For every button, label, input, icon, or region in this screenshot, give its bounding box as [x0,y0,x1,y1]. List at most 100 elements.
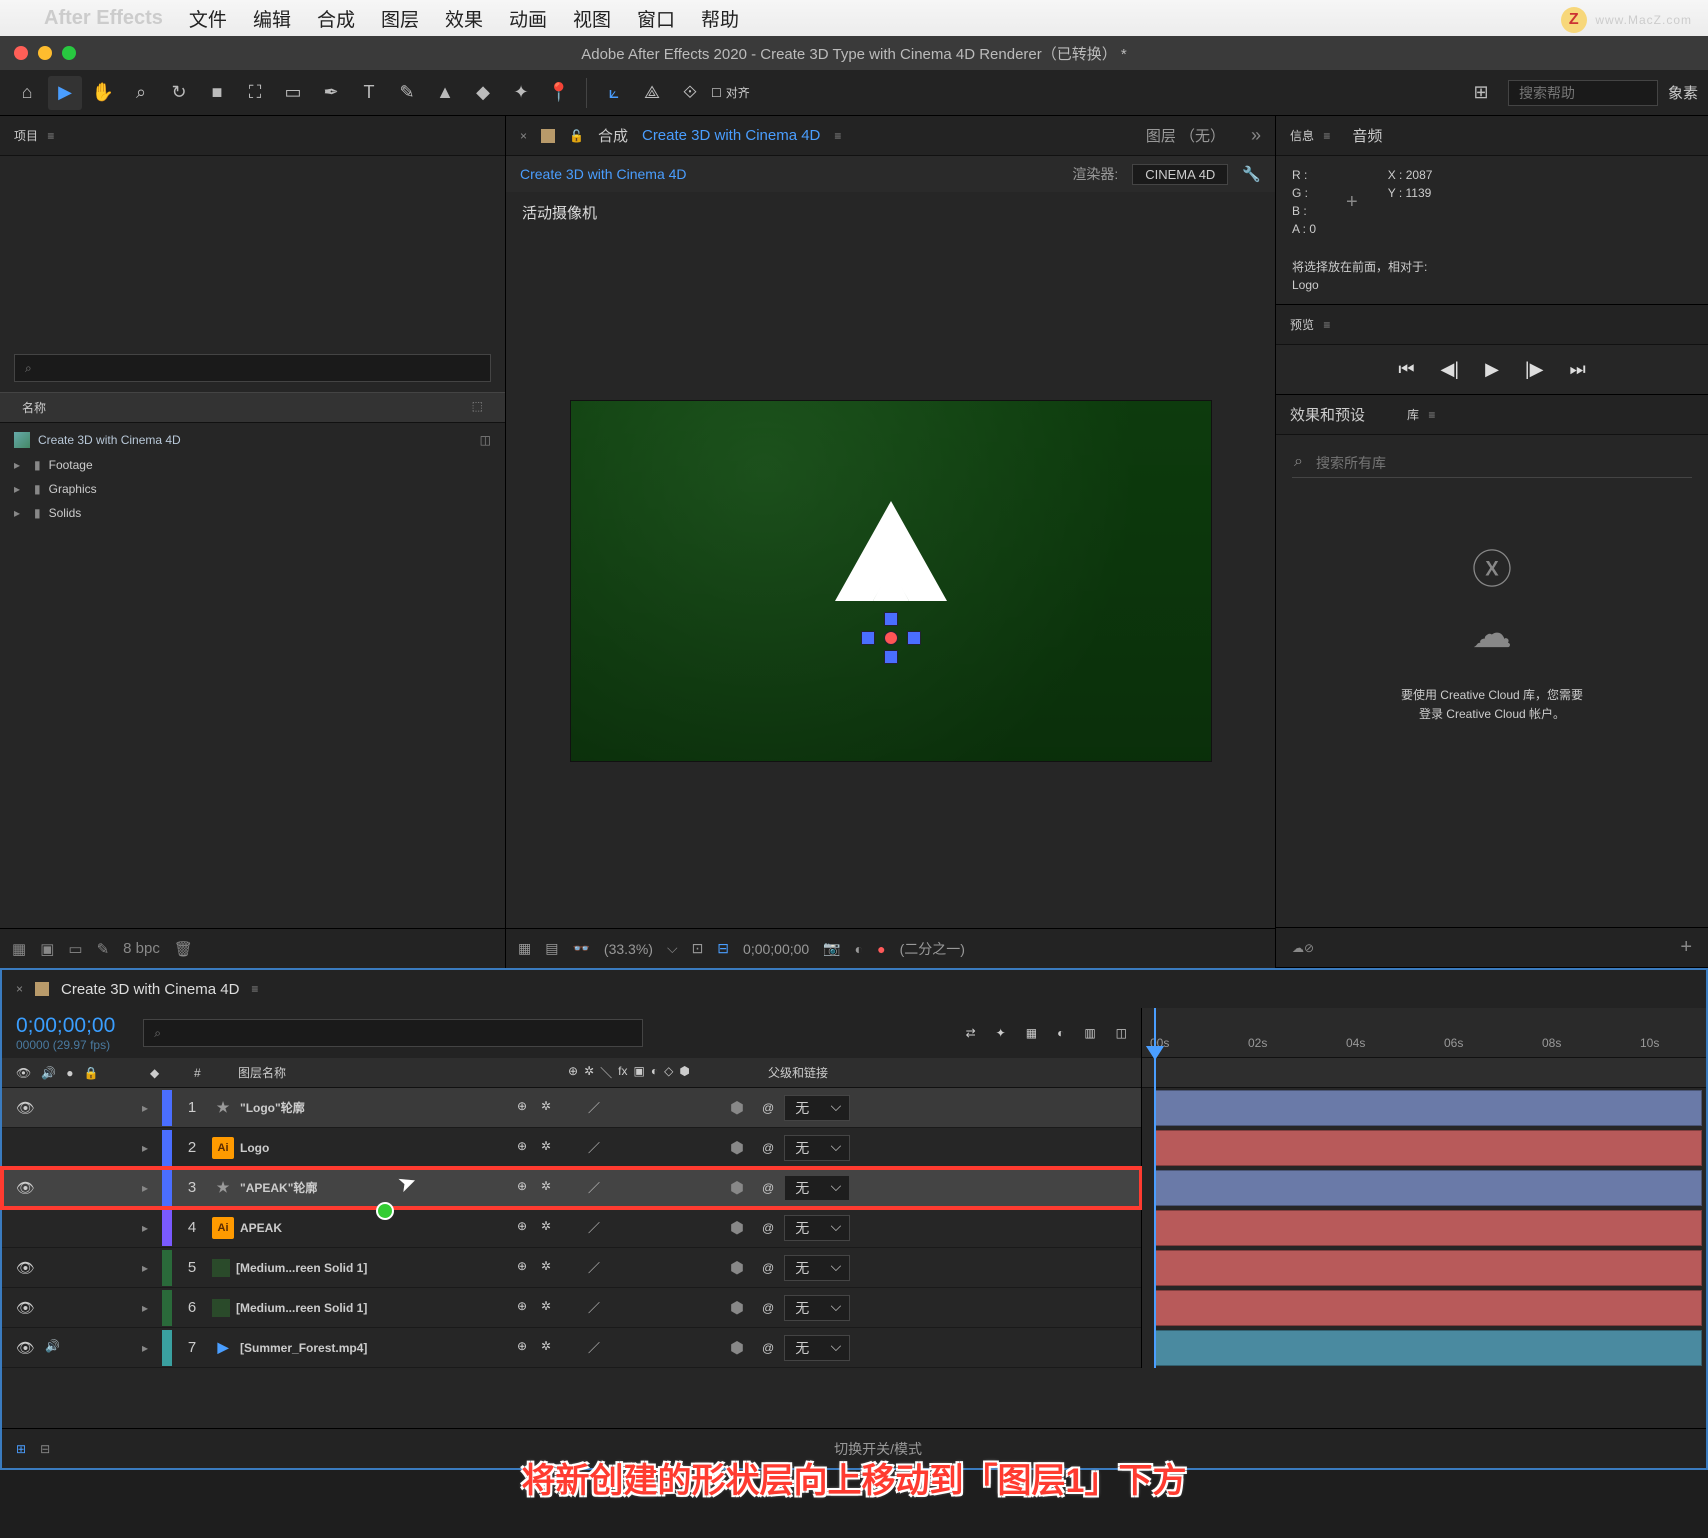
preview-tab[interactable]: 预览 ≡ [1290,316,1330,333]
visibility-toggle-icon[interactable]: 👁 [16,1099,35,1117]
timeline-layer-row[interactable]: 👁▸1★"Logo"轮廓⊕✲／⬢@无 [2,1088,1141,1128]
new-comp-icon[interactable]: ▣ [40,940,54,958]
menu-view[interactable]: 视图 [573,5,611,32]
parent-dropdown[interactable]: 无 [784,1215,850,1241]
project-item-folder[interactable]: ▸▮Footage [0,453,505,477]
timeline-layer-row[interactable]: 👁▸6[Medium...reen Solid 1]⊕✲／⬢@无 [2,1288,1141,1328]
graph-editor-icon[interactable]: ▥ [1084,1026,1095,1040]
brainstorm-icon[interactable]: ◫ [1116,1026,1127,1040]
comp-mini-flow-icon[interactable]: ⇄ [966,1026,976,1040]
minimize-window-button[interactable] [38,46,52,60]
selection-tool-icon[interactable]: ▶ [48,76,82,110]
layer-duration-bar[interactable] [1154,1090,1702,1126]
play-icon[interactable]: ▶ [1485,359,1499,380]
rulers-icon[interactable]: ⊟ [717,940,729,957]
3d-layer-toggle-icon[interactable]: ⬢ [712,1258,762,1278]
zoom-dropdown[interactable]: (33.3%) [604,941,653,957]
sync-icon[interactable]: ☁⊘ [1292,941,1314,955]
visibility-toggle-icon[interactable]: 👁 [16,1339,35,1357]
twirl-icon[interactable]: ▸ [142,1101,162,1115]
draft-3d-icon[interactable]: ✦ [996,1026,1006,1040]
next-frame-icon[interactable]: |▶ [1525,359,1544,380]
layer-name[interactable]: ▶[Summer_Forest.mp4] [212,1337,512,1359]
parent-dropdown[interactable]: 无 [784,1095,850,1121]
3d-layer-toggle-icon[interactable]: ⬢ [712,1218,762,1238]
timeline-layer-row[interactable]: 👁▸5[Medium...reen Solid 1]⊕✲／⬢@无 [2,1248,1141,1288]
pickwhip-icon[interactable]: @ [762,1341,774,1355]
layer-switches[interactable]: ⊕✲／ [512,1339,712,1356]
close-timeline-tab-icon[interactable]: × [16,982,23,996]
layer-none-tab[interactable]: 图层 （无） [1146,125,1225,146]
renderer-dropdown[interactable]: CINEMA 4D [1132,164,1228,185]
twirl-icon[interactable]: ▸ [142,1221,162,1235]
current-time[interactable]: 0;00;00;00 [743,941,809,957]
frame-blend-icon[interactable]: ▦ [1026,1026,1037,1040]
resolution-dropdown[interactable]: (二分之一) [900,939,965,959]
project-item-folder[interactable]: ▸▮Solids [0,501,505,525]
menu-window[interactable]: 窗口 [637,5,675,32]
app-name[interactable]: After Effects [44,7,163,30]
pickwhip-icon[interactable]: @ [762,1141,774,1155]
comp-breadcrumb[interactable]: Create 3D with Cinema 4D [520,166,687,182]
layer-label-color[interactable] [162,1210,172,1246]
close-tab-icon[interactable]: × [520,129,527,143]
library-search-input[interactable] [1292,449,1692,478]
timeline-layer-row[interactable]: 👁▸3★"APEAK"轮廓⊕✲／⬢@无 [2,1168,1141,1208]
lock-col-icon[interactable]: 🔒 [83,1066,98,1080]
layer-name-col-header[interactable]: 图层名称 [230,1064,560,1081]
3d-layer-toggle-icon[interactable]: ⬢ [712,1298,762,1318]
layer-name[interactable]: AiLogo [212,1137,512,1159]
layer-label-color[interactable] [162,1290,172,1326]
add-icon[interactable]: + [1680,936,1692,959]
pan-behind-tool-icon[interactable]: ⛶ [238,76,272,110]
layer-label-color[interactable] [162,1330,172,1366]
camera-tool-icon[interactable]: ■ [200,76,234,110]
first-frame-icon[interactable]: ⏮ [1398,359,1414,380]
workspace-icon[interactable]: ⊞ [1464,76,1498,110]
timeline-layer-row[interactable]: ▸4AiAPEAK⊕✲／⬢@无 [2,1208,1141,1248]
library-tab[interactable]: 库 ≡ [1407,406,1435,423]
snapshot-icon[interactable]: 📷 [823,940,840,957]
effects-presets-tab[interactable]: 效果和预设 [1290,404,1365,425]
twirl-icon[interactable]: ▸ [142,1301,162,1315]
layer-label-color[interactable] [162,1250,172,1286]
orbit-tool-icon[interactable]: ↻ [162,76,196,110]
layer-name[interactable]: [Medium...reen Solid 1] [212,1299,512,1317]
transparency-grid-icon[interactable]: ▤ [545,940,558,957]
project-search-input[interactable] [14,354,491,382]
close-window-button[interactable] [14,46,28,60]
parent-dropdown[interactable]: 无 [784,1255,850,1281]
visibility-toggle-icon[interactable]: 👁 [16,1179,35,1197]
audio-tab[interactable]: 音频 [1352,125,1382,146]
search-help-input[interactable] [1508,80,1658,106]
project-column-header[interactable]: 名称⬚ [0,392,505,423]
twirl-icon[interactable]: ▸ [142,1141,162,1155]
lock-icon[interactable]: 🔓 [569,129,584,143]
layer-switches[interactable]: ⊕✲／ [512,1139,712,1156]
layer-duration-bar[interactable] [1154,1330,1702,1366]
audio-col-icon[interactable]: 🔊 [41,1066,56,1080]
menu-animation[interactable]: 动画 [509,5,547,32]
renderer-options-icon[interactable]: 🔧 [1242,165,1261,183]
panel-menu-icon[interactable]: » [1251,125,1261,146]
audio-toggle-icon[interactable]: 🔊 [45,1339,60,1357]
interpret-footage-icon[interactable]: ▦ [12,940,26,958]
layer-switches[interactable]: ⊕✲／ [512,1099,712,1116]
timeline-layer-row[interactable]: 👁🔊▸7▶[Summer_Forest.mp4]⊕✲／⬢@无 [2,1328,1141,1368]
composition-viewport[interactable] [571,401,1211,761]
hand-tool-icon[interactable]: ✋ [86,76,120,110]
new-folder-icon[interactable]: ▭ [68,940,82,958]
visibility-toggle-icon[interactable]: 👁 [16,1259,35,1277]
pickwhip-icon[interactable]: @ [762,1261,774,1275]
layer-duration-bar[interactable] [1154,1170,1702,1206]
layer-label-color[interactable] [162,1090,172,1126]
menu-help[interactable]: 帮助 [701,5,739,32]
num-col-header[interactable]: # [186,1066,230,1080]
layer-duration-bar[interactable] [1154,1210,1702,1246]
timeline-search-input[interactable] [143,1019,643,1047]
snap-checkbox[interactable]: ☐对齐 [711,84,750,101]
layer-switches[interactable]: ⊕✲／ [512,1219,712,1236]
menu-layer[interactable]: 图层 [381,5,419,32]
project-tab[interactable]: 项目 ≡ [14,127,54,144]
menu-edit[interactable]: 编辑 [253,5,291,32]
